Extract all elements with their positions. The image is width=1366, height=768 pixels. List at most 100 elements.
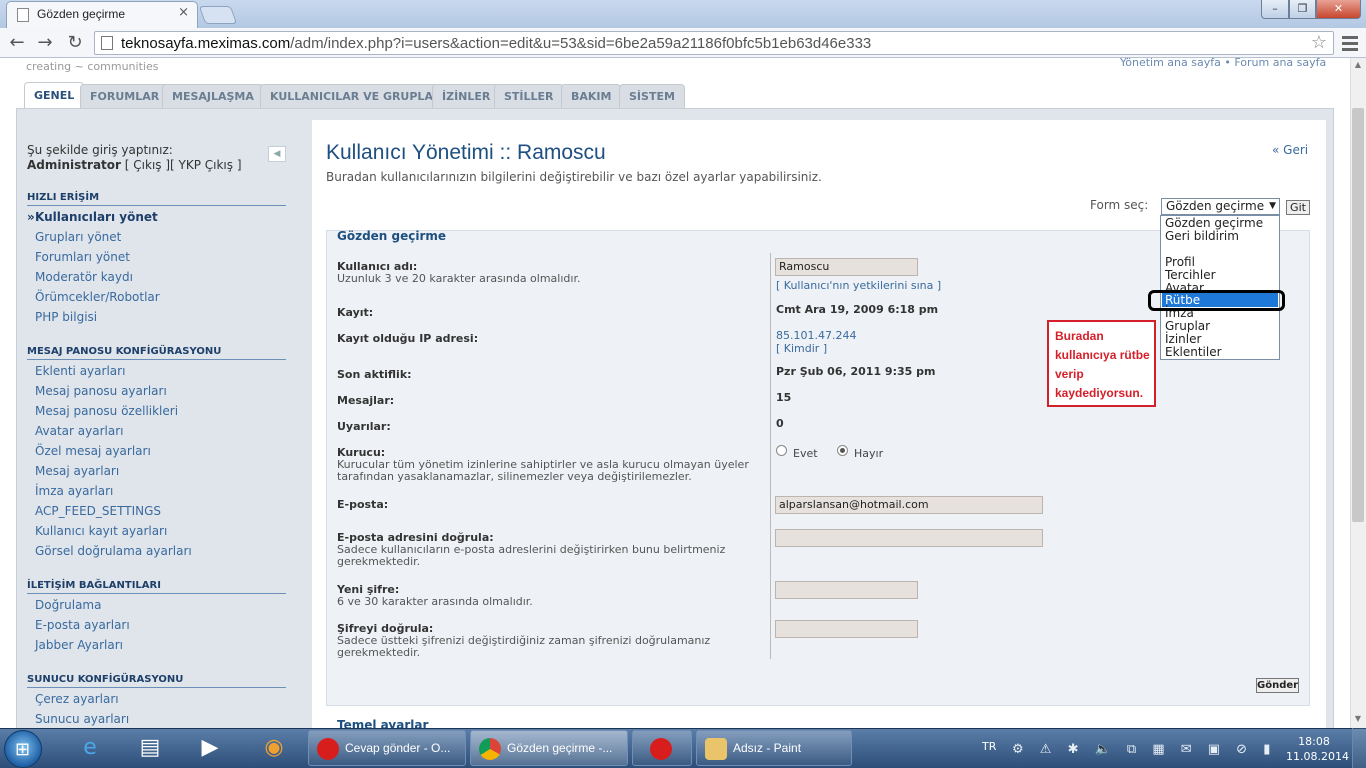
whois-link[interactable]: [ Kimdir ] xyxy=(776,342,827,355)
taskbar-chrome[interactable]: Gözden geçirme -... xyxy=(470,730,628,766)
collapse-sidebar-icon[interactable]: ◀ xyxy=(268,146,286,162)
tab-stiller[interactable]: STİLLER xyxy=(494,84,564,108)
taskbar-opera-2[interactable] xyxy=(632,730,692,766)
scroll-down-icon[interactable]: ▼ xyxy=(1352,714,1364,726)
minimize-button[interactable]: – xyxy=(1261,0,1289,19)
founder-yes-radio[interactable] xyxy=(776,445,787,456)
show-desktop-button[interactable] xyxy=(1352,728,1366,768)
sidebar-item[interactable]: Örümcekler/Robotlar xyxy=(35,290,160,304)
tab-mesajlasma[interactable]: MESAJLAŞMA xyxy=(162,84,264,108)
close-window-button[interactable]: ✕ xyxy=(1316,0,1361,19)
tab-genel[interactable]: GENEL xyxy=(24,82,85,108)
browser-menu-icon[interactable] xyxy=(1340,33,1360,53)
sidebar-item[interactable]: Jabber Ayarları xyxy=(35,638,123,652)
top-links[interactable]: Yönetim ana sayfa • Forum ana sayfa xyxy=(1120,56,1326,69)
dropdown-arrow-icon: ▼ xyxy=(1269,201,1276,211)
email-confirm-input[interactable] xyxy=(775,529,1043,547)
sidebar-item[interactable]: Grupları yönet xyxy=(35,230,121,244)
sidebar-item-kullanicilari-yonet[interactable]: Kullanıcıları yönet xyxy=(35,210,158,224)
email-label: E-posta: xyxy=(337,498,389,511)
form-select-value: Gözden geçirme xyxy=(1166,199,1265,213)
tab-forumlar[interactable]: FORUMLAR xyxy=(80,84,170,108)
new-password-input[interactable] xyxy=(775,581,918,599)
url-text[interactable]: teknosayfa.meximas.com/adm/index.php?i=u… xyxy=(121,35,871,52)
file-explorer-icon[interactable]: ▤ xyxy=(130,731,170,765)
start-button[interactable]: ⊞ xyxy=(4,730,42,768)
username-explain: Uzunluk 3 ve 20 karakter arasında olmalı… xyxy=(337,272,581,285)
sidebar-item[interactable]: ACP_FEED_SETTINGS xyxy=(35,504,161,518)
sidebar-item[interactable]: Çerez ayarları xyxy=(35,692,119,706)
ip-value[interactable]: 85.101.47.244 xyxy=(776,329,856,342)
sidebar-item[interactable]: Doğrulama xyxy=(35,598,101,612)
go-button[interactable]: Git xyxy=(1286,200,1310,215)
username: Administrator xyxy=(27,158,121,172)
tab-kullanicilar[interactable]: KULLANICILAR VE GRUPLAR xyxy=(260,84,452,108)
site-logo-text: creating ~ communities xyxy=(26,60,159,73)
taskbar-paint[interactable]: Adsız - Paint xyxy=(696,730,852,766)
sidebar-item[interactable]: Eklenti ayarları xyxy=(35,364,125,378)
login-info: Şu şekilde giriş yaptınız: Administrator… xyxy=(27,143,242,173)
browser-tab[interactable]: Gözden geçirme × xyxy=(6,1,198,28)
email-input[interactable]: alparslansan@hotmail.com xyxy=(775,496,1043,514)
sidebar-heading: SUNUCU KONFİGÜRASYONU xyxy=(27,674,286,688)
logout-links[interactable]: [ Çıkış ][ YKP Çıkış ] xyxy=(125,158,242,172)
sidebar-item[interactable]: İmza ayarları xyxy=(35,484,113,498)
founder-no-radio[interactable] xyxy=(837,445,848,456)
test-permissions-link[interactable]: [ Kullanıcı'nın yetkilerini sına ] xyxy=(776,279,941,292)
scroll-up-icon[interactable]: ▲ xyxy=(1352,60,1364,72)
register-label: Kayıt: xyxy=(337,306,374,319)
chrome-icon xyxy=(479,737,501,760)
forward-icon[interactable]: → xyxy=(34,32,56,54)
tab-izinler[interactable]: İZİNLER xyxy=(432,84,501,108)
confirm-password-input[interactable] xyxy=(775,620,918,638)
last-active-value: Pzr Şub 06, 2011 9:35 pm xyxy=(776,365,936,378)
tab-close-icon[interactable]: × xyxy=(178,5,189,20)
founder-explain: Kurucular tüm yönetim izinlerine sahipti… xyxy=(337,458,749,483)
column-divider xyxy=(770,253,771,659)
sidebar-item[interactable]: E-posta ayarları xyxy=(35,618,130,632)
submit-button[interactable]: Gönder xyxy=(1256,678,1299,693)
sidebar-item[interactable]: Özel mesaj ayarları xyxy=(35,444,151,458)
sidebar-item[interactable]: Görsel doğrulama ayarları xyxy=(35,544,192,558)
internet-explorer-icon[interactable]: e xyxy=(70,731,110,765)
confirm-password-explain: Sadece üstteki şifrenizi değiştirdiğiniz… xyxy=(337,634,711,659)
taskbar-opera[interactable]: Cevap gönder - O... xyxy=(308,730,466,766)
clock[interactable]: 18:08 11.08.2014 xyxy=(1286,734,1349,764)
warnings-label: Uyarılar: xyxy=(337,420,391,433)
ip-label: Kayıt olduğu IP adresi: xyxy=(337,332,479,345)
sidebar-item[interactable]: Sunucu ayarları xyxy=(35,712,129,726)
back-link[interactable]: « Geri xyxy=(1272,143,1308,157)
sidebar-item[interactable]: Mesaj panosu özellikleri xyxy=(35,404,178,418)
sidebar-item[interactable]: Forumları yönet xyxy=(35,250,130,264)
founder-no-label: Hayır xyxy=(854,447,884,460)
language-indicator[interactable]: TR xyxy=(982,740,996,753)
last-active-label: Son aktiflik: xyxy=(337,368,412,381)
sidebar-item[interactable]: Avatar ayarları xyxy=(35,424,123,438)
new-tab-button[interactable] xyxy=(198,6,238,24)
dropdown-option[interactable]: Geri bildirim xyxy=(1165,230,1239,243)
dropdown-option[interactable]: Eklentiler xyxy=(1165,346,1222,359)
media-player-icon[interactable]: ▶ xyxy=(190,731,230,765)
document-icon xyxy=(101,36,113,50)
sidebar-item[interactable]: Moderatör kaydı xyxy=(35,270,133,284)
scrollbar-thumb[interactable] xyxy=(1352,108,1364,522)
maximize-button[interactable]: ❐ xyxy=(1289,0,1316,19)
bookmark-star-icon[interactable]: ☆ xyxy=(1311,32,1327,53)
tab-bakim[interactable]: BAKIM xyxy=(561,84,622,108)
sidebar-item[interactable]: Mesaj panosu ayarları xyxy=(35,384,167,398)
sidebar-item[interactable]: PHP bilgisi xyxy=(35,310,97,324)
firefox-icon[interactable]: ◉ xyxy=(254,731,294,765)
back-icon[interactable]: ← xyxy=(6,32,28,54)
sidebar-item[interactable]: Kullanıcı kayıt ayarları xyxy=(35,524,167,538)
reload-icon[interactable]: ↻ xyxy=(64,32,86,54)
page-title: Kullanıcı Yönetimi :: Ramoscu xyxy=(326,141,606,164)
sidebar-heading: HIZLI ERİŞİM xyxy=(27,192,286,206)
tab-sistem[interactable]: SİSTEM xyxy=(619,84,685,108)
form-select[interactable]: Gözden geçirme ▼ xyxy=(1161,198,1280,215)
sidebar-heading: MESAJ PANOSU KONFİGÜRASYONU xyxy=(27,346,286,360)
address-bar[interactable]: teknosayfa.meximas.com/adm/index.php?i=u… xyxy=(94,31,1334,55)
clock-date: 11.08.2014 xyxy=(1286,750,1349,763)
sidebar-item[interactable]: Mesaj ayarları xyxy=(35,464,119,478)
system-tray-icons[interactable]: ⚙ ⚠ ✱ 🔈 ⧉ ▦ ✉ ▣ ⊘ ▮ xyxy=(1012,742,1276,757)
username-input[interactable]: Ramoscu xyxy=(775,258,918,276)
